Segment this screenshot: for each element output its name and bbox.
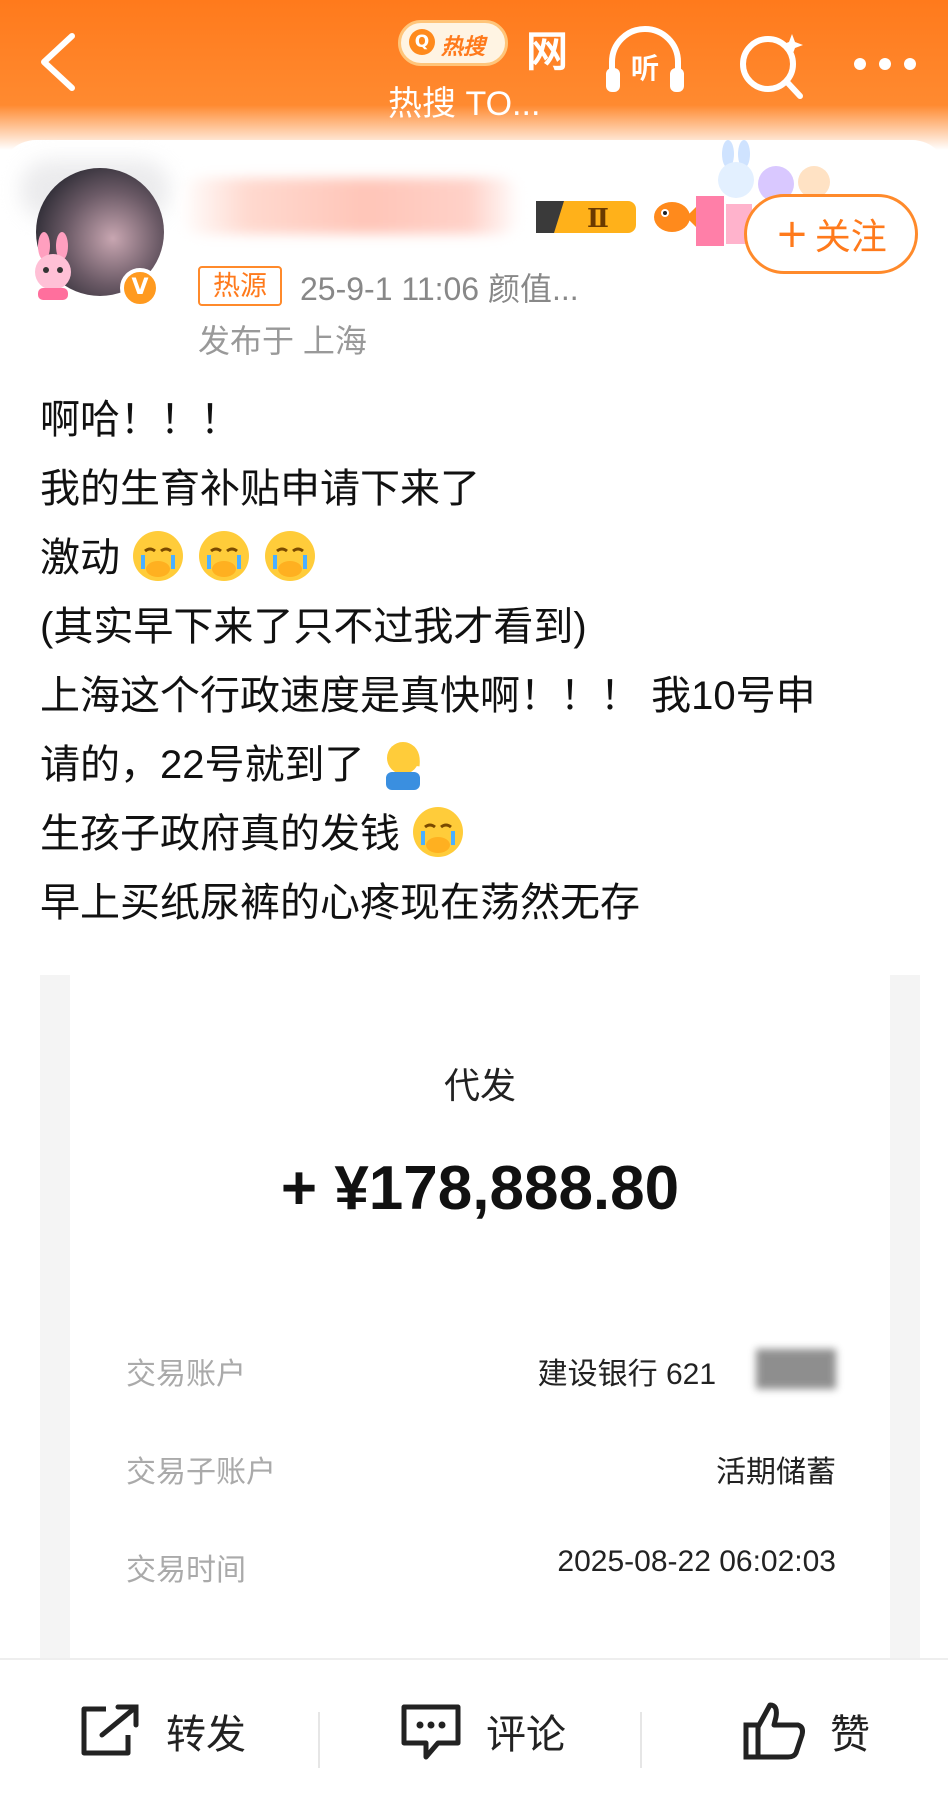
more-icon[interactable] [850, 24, 920, 104]
thumbs-up-icon [743, 1702, 805, 1760]
post-line-text: 请的，22号就到了 [40, 743, 365, 787]
bunny-pendant-icon [35, 232, 71, 300]
post-line: 啊哈！！！ [40, 398, 240, 442]
repost-icon [81, 1704, 139, 1756]
receipt-row-key: 交易账户 [126, 1358, 246, 1391]
post-line: (其实早下来了只不过我才看到) [40, 605, 587, 649]
bank-receipt: 代发 + ¥178,888.80 交易账户 建设银行 621 交易子账户 活期储… [70, 975, 890, 1675]
bottom-action-bar: 转发 评论 赞 [0, 1658, 948, 1819]
crying-emoji-icon [265, 531, 316, 581]
post-image[interactable]: 代发 + ¥178,888.80 交易账户 建设银行 621 交易子账户 活期储… [40, 975, 920, 1675]
receipt-row-key: 交易时间 [126, 1554, 246, 1587]
post-line-text: 激动 [40, 536, 120, 580]
plus-icon: + [775, 211, 809, 257]
search-icon[interactable] [730, 24, 814, 104]
post-time-meta: 25-9-1 11:06 颜值... [300, 271, 579, 307]
level-badge-icon: Ⅱ [536, 201, 636, 234]
post-content: 啊哈！！！ 我的生育补贴申请下来了 激动 (其实早下来了只不过我才看到) 上海这… [40, 386, 920, 938]
post-line: 上海这个行政速度是真快啊！！！ 我10号申 [40, 674, 816, 718]
receipt-row-key: 交易子账户 [126, 1456, 276, 1489]
level-number: Ⅱ [587, 204, 609, 234]
receipt-row-value: 活期储蓄 [716, 1456, 836, 1489]
comment-label: 评论 [486, 1713, 566, 1757]
divider [318, 1712, 320, 1768]
repost-button[interactable]: 转发 [76, 1696, 246, 1766]
comment-icon [401, 1704, 461, 1760]
listen-icon[interactable]: 听 [602, 24, 688, 104]
post-line: 激动 [40, 524, 920, 593]
verified-badge-icon: V [120, 268, 160, 308]
crying-emoji-icon [413, 807, 464, 857]
follow-button[interactable]: + 关注 [744, 194, 918, 274]
post-line: 我的生育补贴申请下来了 [40, 467, 480, 511]
hot-source-tag: 热源 [198, 266, 282, 306]
facepalm-emoji-icon [385, 742, 420, 790]
like-button[interactable]: 赞 [740, 1696, 870, 1766]
listen-label: 听 [631, 52, 659, 85]
crying-emoji-icon [133, 531, 184, 581]
receipt-row: 交易子账户 活期储蓄 [126, 1447, 836, 1497]
hot-search-brand: Q 热搜 网 [398, 12, 578, 76]
receipt-amount: + ¥178,888.80 [280, 1154, 680, 1223]
hot-search-pill: Q 热搜 [398, 20, 508, 66]
post-line: 请的，22号就到了 [40, 731, 920, 800]
post-line-text: 生孩子政府真的发钱 [40, 812, 400, 856]
repost-label: 转发 [166, 1713, 246, 1757]
crying-emoji-icon [199, 531, 250, 581]
divider [640, 1712, 642, 1768]
brand-search-label: 热搜 [441, 35, 486, 60]
like-label: 赞 [830, 1713, 870, 1757]
receipt-type: 代发 [443, 1065, 516, 1106]
username-blurred[interactable] [180, 178, 520, 234]
page-title: 热搜 TO... [388, 85, 541, 123]
receipt-row-value: 建设银行 621 [537, 1358, 716, 1391]
post-line: 生孩子政府真的发钱 [40, 800, 920, 869]
receipt-row: 交易账户 建设银行 621 [126, 1349, 836, 1399]
receipt-row-value: 2025-08-22 06:02:03 [557, 1545, 836, 1578]
post-line: 早上买纸尿裤的心疼现在荡然无存 [40, 881, 640, 925]
brand-net-label: 网 [526, 27, 569, 76]
follow-label: 关注 [814, 216, 887, 257]
back-icon[interactable] [34, 30, 84, 94]
redaction-mask [756, 1349, 836, 1389]
receipt-row: 交易时间 2025-08-22 06:02:03 [126, 1545, 836, 1595]
search-mini-icon: Q [409, 29, 435, 55]
post-location: 发布于 上海 [198, 323, 367, 359]
comment-button[interactable]: 评论 [396, 1696, 566, 1766]
